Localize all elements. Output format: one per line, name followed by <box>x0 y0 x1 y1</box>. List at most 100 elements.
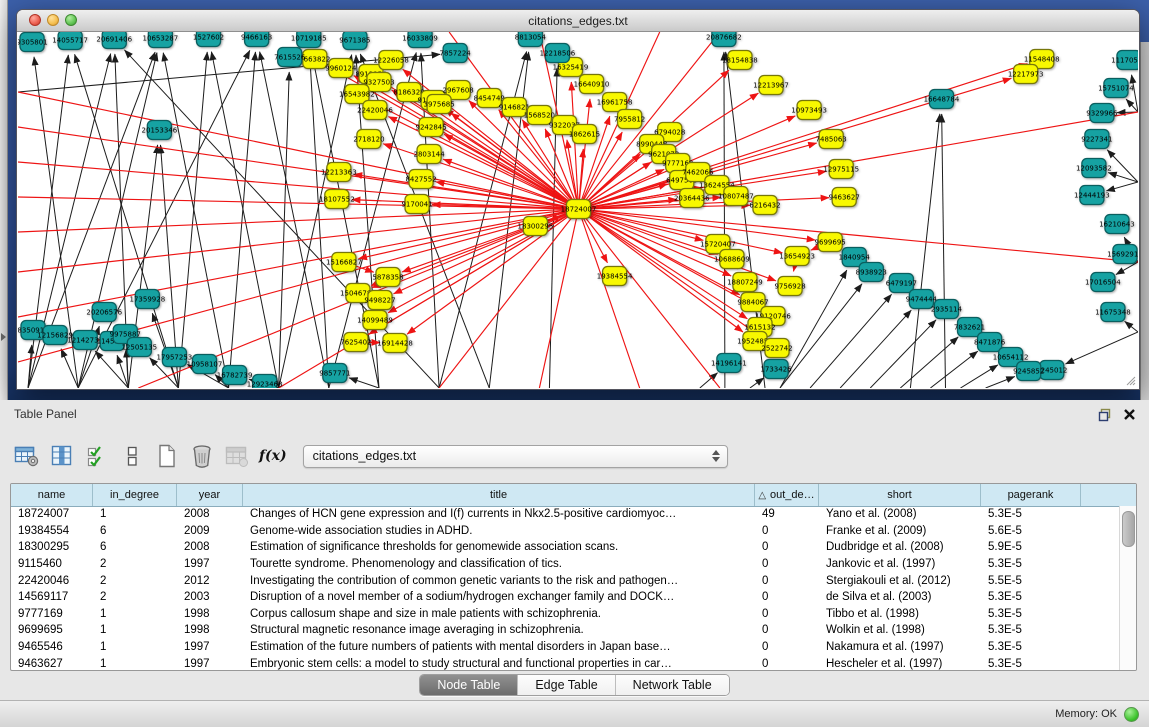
vertical-scrollbar[interactable] <box>1119 506 1136 670</box>
function-builder-icon[interactable]: f(x) <box>259 448 287 464</box>
network-node-label: 22420046 <box>357 107 393 115</box>
network-node-label: 18807249 <box>727 279 763 287</box>
table-row[interactable]: 1830029562008Estimation of significance … <box>11 539 1120 556</box>
table-cell: Stergiakouli et al. (2012) <box>819 575 981 587</box>
table-settings-icon[interactable] <box>14 443 40 469</box>
network-view: 1872400718300295193845547663822996012489… <box>18 32 1138 388</box>
table-cell: 2003 <box>177 591 243 603</box>
network-node-label: 9305801 <box>18 39 48 47</box>
network-edge <box>279 72 290 388</box>
network-node-label: 8427552 <box>405 176 436 184</box>
table-cell: 49 <box>755 508 819 520</box>
network-node-label: 6479197 <box>886 280 917 288</box>
network-edge <box>930 351 977 388</box>
table-row[interactable]: 2242004622012Investigating the contribut… <box>11 572 1120 589</box>
memory-status-label: Memory: OK <box>1055 708 1117 720</box>
column-header-in_degree[interactable]: in_degree <box>93 484 177 506</box>
table-cell: 1 <box>93 658 177 670</box>
table-cell: 9699695 <box>11 624 93 636</box>
network-node-label: 9498227 <box>364 297 395 305</box>
zoom-window-button[interactable] <box>65 14 77 26</box>
memory-status-indicator[interactable] <box>1124 707 1139 722</box>
network-edge <box>900 337 958 388</box>
select-all-icon[interactable] <box>84 443 110 469</box>
network-node-label: 2718120 <box>353 136 384 144</box>
network-node-label: 10973493 <box>791 107 827 115</box>
panel-collapse-arrow-icon[interactable] <box>1 333 6 341</box>
network-node-label: 12505135 <box>121 344 157 352</box>
tab-edge-table[interactable]: Edge Table <box>518 675 615 695</box>
network-node-label: 18107552 <box>319 196 355 204</box>
column-header-out_de[interactable]: △out_de… <box>755 484 819 506</box>
table-row[interactable]: 977716911998Corpus callosum shape and si… <box>11 606 1120 623</box>
table-row[interactable]: 911546021997Tourette syndrome. Phenomeno… <box>11 556 1120 573</box>
table-panel-title: Table Panel <box>14 407 77 421</box>
table-cell: 0 <box>755 591 819 603</box>
network-edge <box>178 52 207 388</box>
network-node-label: 10719185 <box>291 35 327 43</box>
network-node-label: 16543982 <box>339 91 375 99</box>
table-cell: 1998 <box>177 624 243 636</box>
network-node-label: 16210643 <box>1099 221 1135 229</box>
network-node-label: 8813054 <box>515 34 547 42</box>
network-node-label: 9242845 <box>415 124 446 132</box>
network-edge <box>1125 321 1138 332</box>
network-node-label: 10688609 <box>714 256 750 264</box>
network-node-label: 11170534 <box>1111 57 1138 65</box>
table-row[interactable]: 1872400712008Changes of HCN gene express… <box>11 506 1120 523</box>
table-cell: 18724007 <box>11 508 93 520</box>
network-node-label: 1733426 <box>760 366 792 374</box>
table-row[interactable]: 969969511998Structural magnetic resonanc… <box>11 622 1120 639</box>
table-row[interactable]: 946362711997Embryonic stem cells: a mode… <box>11 655 1120 670</box>
control-panel-edge <box>0 0 8 400</box>
table-cell: 6 <box>93 525 177 537</box>
table-cell: 5.3E-5 <box>981 558 1081 570</box>
close-panel-icon[interactable] <box>1123 408 1136 421</box>
network-node-label: 12444193 <box>1074 192 1110 200</box>
table-cell: 2008 <box>177 541 243 553</box>
column-header-title[interactable]: title <box>243 484 755 506</box>
network-node-label: 7857224 <box>440 50 472 58</box>
network-edge <box>961 365 998 388</box>
network-node-label: 9960124 <box>325 65 357 73</box>
tab-node-table[interactable]: Node Table <box>420 675 518 695</box>
network-node-label: 11548408 <box>1024 56 1060 64</box>
table-row[interactable]: 946554611997Estimation of the future num… <box>11 639 1120 656</box>
network-node-label: 8471876 <box>974 339 1006 347</box>
column-header-short[interactable]: short <box>819 484 981 506</box>
network-node-label: 7832621 <box>954 324 985 332</box>
network-canvas[interactable]: 1872400718300295193845547663822996012489… <box>18 32 1138 388</box>
table-cell: Tibbo et al. (1998) <box>819 608 981 620</box>
table-cell: 5.3E-5 <box>981 591 1081 603</box>
table-cell: 0 <box>755 525 819 537</box>
column-header-year[interactable]: year <box>177 484 243 506</box>
table-row[interactable]: 1456911722003Disruption of a novel membe… <box>11 589 1120 606</box>
table-cell: 0 <box>755 608 819 620</box>
column-header-name[interactable]: name <box>11 484 93 506</box>
table-cell: 5.9E-5 <box>981 541 1081 553</box>
delete-table-icon[interactable] <box>224 443 250 469</box>
network-node-label: 2967608 <box>443 87 474 95</box>
scrollbar-thumb[interactable] <box>1122 511 1135 547</box>
resize-grip[interactable] <box>1124 374 1136 386</box>
network-node-label: 1862615 <box>569 131 600 139</box>
window-titlebar[interactable]: citations_edges.txt <box>17 10 1139 32</box>
tab-network-table[interactable]: Network Table <box>616 675 729 695</box>
clear-selection-icon[interactable] <box>119 443 145 469</box>
table-cell: 1998 <box>177 608 243 620</box>
column-header-pagerank[interactable]: pagerank <box>981 484 1081 506</box>
table-select-dropdown[interactable]: citations_edges.txt <box>303 445 728 468</box>
network-node-label: 10653287 <box>143 35 179 43</box>
show-columns-icon[interactable] <box>49 443 75 469</box>
table-cell: 0 <box>755 641 819 653</box>
minimize-window-button[interactable] <box>47 14 59 26</box>
delete-column-icon[interactable] <box>189 443 215 469</box>
float-panel-icon[interactable] <box>1098 408 1113 422</box>
table-cell: Estimation of significance thresholds fo… <box>243 541 755 553</box>
network-node-label: 6216432 <box>749 202 780 210</box>
network-edge <box>780 284 862 388</box>
network-node-label: 16033809 <box>402 35 438 43</box>
new-column-icon[interactable] <box>154 443 180 469</box>
close-window-button[interactable] <box>29 14 41 26</box>
table-row[interactable]: 1938455462009Genome-wide association stu… <box>11 523 1120 540</box>
